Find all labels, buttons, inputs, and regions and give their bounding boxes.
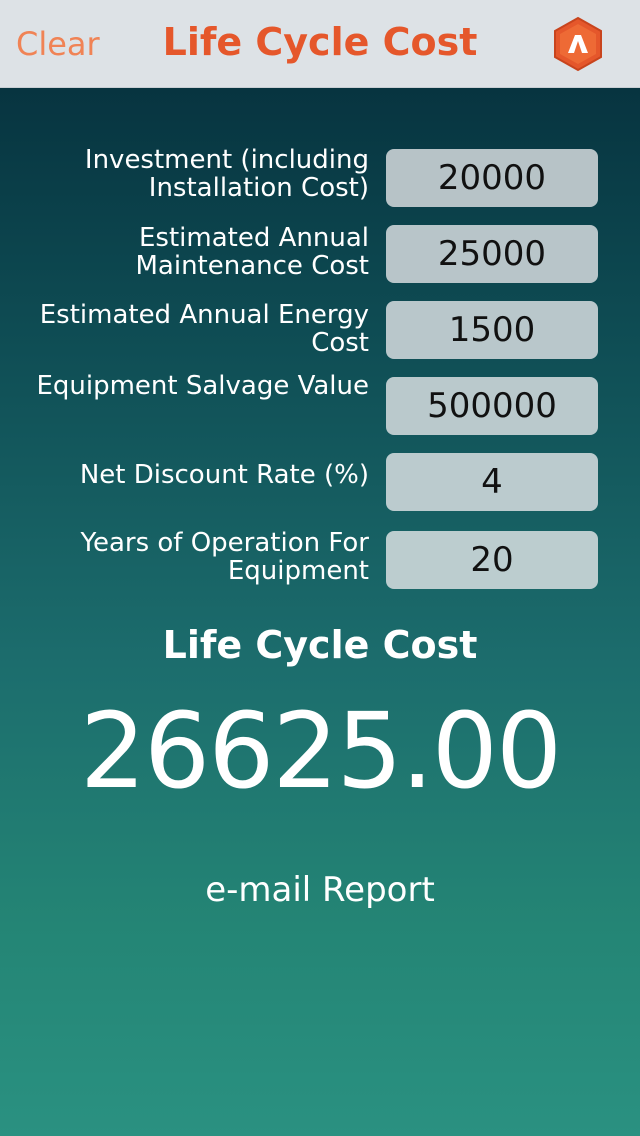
calculator-panel: Investment (including Installation Cost)… xyxy=(0,88,640,1136)
navigation-bar: Clear Life Cycle Cost xyxy=(0,0,640,88)
salvage-value-input[interactable] xyxy=(386,377,598,435)
discount-rate-label: Net Discount Rate (%) xyxy=(79,460,369,490)
investment-input[interactable] xyxy=(386,149,598,207)
logo-hexagon-icon xyxy=(554,16,602,72)
energy-cost-label: Estimated Annual Energy Cost xyxy=(39,300,369,358)
years-of-operation-input[interactable] xyxy=(386,531,598,589)
page-title: Life Cycle Cost xyxy=(162,20,478,64)
maintenance-cost-input[interactable] xyxy=(386,225,598,283)
discount-rate-input[interactable] xyxy=(386,453,598,511)
maintenance-cost-label: Estimated Annual Maintenance Cost xyxy=(135,223,369,281)
salvage-value-label: Equipment Salvage Value xyxy=(36,371,369,401)
result-title: Life Cycle Cost xyxy=(162,623,478,667)
result-value: 26625.00 xyxy=(79,690,562,812)
app-logo-icon[interactable] xyxy=(550,16,606,72)
app-screen: Clear Life Cycle Cost Investment (includ… xyxy=(0,0,640,1136)
energy-cost-input[interactable] xyxy=(386,301,598,359)
investment-label: Investment (including Installation Cost) xyxy=(84,145,369,203)
years-of-operation-label: Years of Operation For Equipment xyxy=(80,528,369,586)
email-report-button[interactable]: e-mail Report xyxy=(0,868,640,912)
